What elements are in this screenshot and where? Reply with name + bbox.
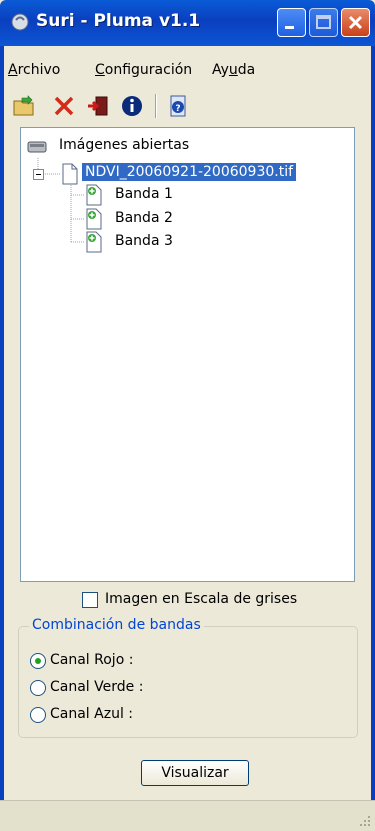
band-file-icon: [86, 184, 102, 206]
open-folder-icon[interactable]: [12, 94, 36, 118]
bands-combination-group: Combinación de bandas Canal Rojo : Canal…: [18, 617, 358, 738]
tree-root-label[interactable]: Imágenes abiertas: [59, 137, 189, 153]
menu-configuracion[interactable]: Configuración: [95, 62, 192, 78]
maximize-button[interactable]: [309, 8, 338, 37]
resize-grip-icon[interactable]: [359, 815, 371, 827]
help-icon[interactable]: ?: [166, 94, 190, 118]
radio-button-verde[interactable]: [30, 680, 46, 696]
radio-label-verde[interactable]: Canal Verde :: [50, 679, 143, 695]
minimize-button[interactable]: [277, 8, 306, 37]
image-tree[interactable]: Imágenes abiertas NDVI_20060921-20060930…: [20, 127, 355, 582]
status-bar: [0, 800, 375, 831]
grayscale-label[interactable]: Imagen en Escala de grises: [105, 591, 297, 607]
menu-bar: Archivo Configuración Ayuda: [0, 58, 375, 84]
delete-icon[interactable]: [52, 94, 76, 118]
visualize-button[interactable]: Visualizar: [141, 760, 249, 786]
radio-label-azul[interactable]: Canal Azul :: [50, 706, 133, 722]
svg-text:?: ?: [175, 104, 180, 114]
drive-icon: [27, 141, 47, 153]
file-icon: [62, 163, 78, 185]
tree-band-3[interactable]: Banda 3: [115, 233, 173, 249]
band-file-icon: [86, 231, 102, 253]
group-title: Combinación de bandas: [29, 617, 204, 633]
collapse-icon[interactable]: [33, 169, 44, 180]
tree-band-2[interactable]: Banda 2: [115, 210, 173, 226]
maximize-icon: [316, 15, 331, 29]
tree-band-1[interactable]: Banda 1: [115, 186, 173, 202]
window-title: Suri - Pluma v1.1: [36, 11, 201, 31]
menu-ayuda[interactable]: Ayuda: [212, 62, 255, 78]
band-file-icon: [86, 208, 102, 230]
close-button[interactable]: [341, 8, 370, 37]
tree-image-node[interactable]: NDVI_20060921-20060930.tif: [82, 163, 297, 181]
grayscale-checkbox[interactable]: [82, 592, 98, 608]
minimize-icon: [285, 26, 294, 29]
close-icon: [348, 15, 363, 30]
toolbar-separator: [155, 94, 157, 118]
radio-label-rojo[interactable]: Canal Rojo :: [50, 652, 133, 668]
app-icon: [11, 13, 29, 31]
info-icon[interactable]: [120, 94, 144, 118]
window-border-left: [0, 46, 4, 830]
radio-button-rojo[interactable]: [30, 653, 46, 669]
exit-icon[interactable]: [86, 94, 110, 118]
toolbar: ?: [0, 88, 375, 124]
title-bar[interactable]: Suri - Pluma v1.1: [0, 0, 375, 46]
menu-archivo[interactable]: Archivo: [8, 62, 60, 78]
window-border-right: [371, 46, 375, 830]
radio-button-azul[interactable]: [30, 707, 46, 723]
